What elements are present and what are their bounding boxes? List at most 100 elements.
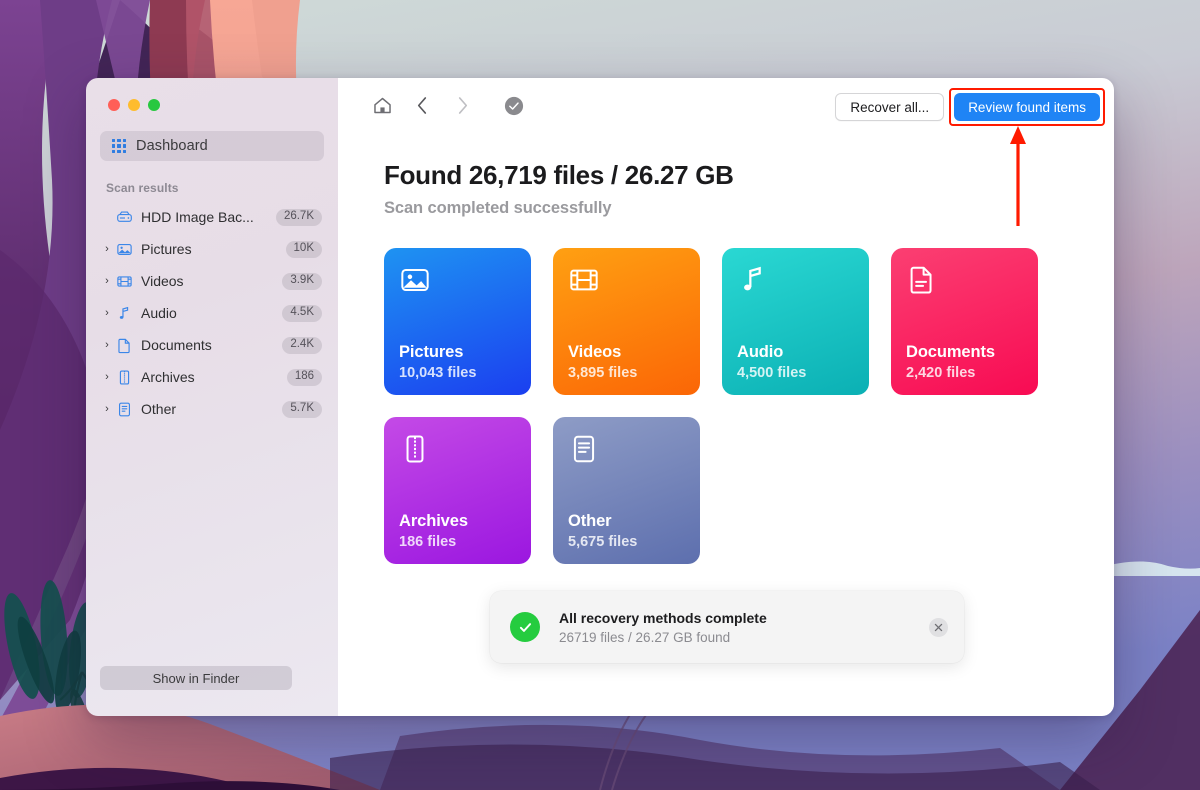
zip-icon bbox=[114, 369, 134, 386]
show-in-finder-button[interactable]: Show in Finder bbox=[100, 666, 292, 690]
sidebar-item-label: Audio bbox=[141, 305, 177, 321]
review-found-items-wrapper: Review found items bbox=[949, 88, 1105, 126]
card-count: 4,500 files bbox=[737, 365, 807, 381]
sidebar-item-badge: 3.9K bbox=[282, 272, 322, 290]
music-note-icon bbox=[114, 305, 134, 322]
chevron-right-icon[interactable]: › bbox=[100, 243, 114, 255]
success-check-icon bbox=[510, 612, 540, 642]
sidebar-item-hdd-image-backup[interactable]: › HDD Image Bac... 26.7K bbox=[86, 201, 338, 233]
desktop-background: Dashboard Scan results › HDD Image Bac..… bbox=[0, 0, 1200, 790]
forward-button[interactable] bbox=[442, 90, 482, 124]
main-content: Recover all... Review found items Found … bbox=[338, 78, 1114, 716]
sidebar-item-badge: 186 bbox=[286, 368, 322, 386]
home-icon bbox=[372, 95, 393, 119]
card-text: Archives 186 files bbox=[399, 512, 468, 550]
card-count: 10,043 files bbox=[399, 365, 477, 381]
sidebar-item-badge: 2.4K bbox=[282, 336, 322, 354]
review-found-items-button[interactable]: Review found items bbox=[954, 93, 1100, 121]
card-title: Audio bbox=[737, 343, 784, 361]
grid-icon bbox=[112, 139, 126, 153]
sidebar-item-badge: 5.7K bbox=[282, 400, 322, 418]
category-card-pictures[interactable]: Pictures 10,043 files bbox=[384, 248, 531, 395]
maximize-window-button[interactable] bbox=[148, 99, 160, 111]
category-card-archives[interactable]: Archives 186 files bbox=[384, 417, 531, 564]
card-title: Archives bbox=[399, 512, 468, 530]
toast-subtitle: 26719 files / 26.27 GB found bbox=[559, 629, 731, 645]
card-count: 5,675 files bbox=[568, 534, 638, 550]
toast-body: All recovery methods complete 26719 file… bbox=[559, 610, 929, 645]
check-circle-icon bbox=[504, 96, 524, 119]
card-title: Videos bbox=[568, 343, 622, 361]
category-card-other[interactable]: Other 5,675 files bbox=[553, 417, 700, 564]
card-count: 3,895 files bbox=[568, 365, 638, 381]
sidebar-item-label: HDD Image Bac... bbox=[141, 209, 254, 225]
card-text: Videos 3,895 files bbox=[568, 343, 637, 381]
card-text: Audio 4,500 files bbox=[737, 343, 806, 381]
chevron-right-icon[interactable]: › bbox=[100, 371, 114, 383]
sidebar-item-archives[interactable]: › Archives 186 bbox=[86, 361, 338, 393]
sidebar-item-audio[interactable]: › Audio 4.5K bbox=[86, 297, 338, 329]
card-title: Documents bbox=[906, 343, 995, 361]
page-title: Found 26,719 files / 26.27 GB bbox=[384, 160, 734, 190]
sidebar-item-other[interactable]: › Other 5.7K bbox=[86, 393, 338, 425]
sidebar-item-label: Pictures bbox=[141, 241, 192, 257]
chevron-right-icon[interactable]: › bbox=[100, 275, 114, 287]
toolbar: Recover all... Review found items bbox=[338, 78, 1114, 136]
picture-icon bbox=[399, 264, 431, 296]
sidebar-item-badge: 26.7K bbox=[275, 208, 322, 226]
back-button[interactable] bbox=[402, 90, 442, 124]
home-button[interactable] bbox=[362, 90, 402, 124]
chevron-right-icon bbox=[454, 95, 471, 119]
category-card-grid: Pictures 10,043 files Videos 3,895 files… bbox=[384, 248, 1114, 564]
card-count: 2,420 files bbox=[906, 365, 976, 381]
sidebar-item-documents[interactable]: › Documents 2.4K bbox=[86, 329, 338, 361]
heading-block: Found 26,719 files / 26.27 GB Scan compl… bbox=[338, 136, 1114, 218]
sidebar: Dashboard Scan results › HDD Image Bac..… bbox=[86, 78, 338, 716]
card-title: Other bbox=[568, 512, 612, 530]
sidebar-item-label: Videos bbox=[141, 273, 184, 289]
zip-icon bbox=[399, 433, 431, 465]
toast-close-button[interactable] bbox=[929, 617, 948, 637]
picture-icon bbox=[114, 241, 134, 258]
lines-doc-icon bbox=[568, 433, 600, 465]
chevron-right-icon[interactable]: › bbox=[100, 307, 114, 319]
lines-doc-icon bbox=[114, 401, 134, 418]
window-traffic-lights bbox=[86, 98, 338, 112]
sidebar-item-label: Archives bbox=[141, 369, 195, 385]
card-text: Documents 2,420 files bbox=[906, 343, 995, 381]
card-count: 186 files bbox=[399, 534, 457, 550]
close-window-button[interactable] bbox=[108, 99, 120, 111]
sidebar-section-title: Scan results bbox=[106, 181, 179, 195]
music-note-icon bbox=[737, 264, 769, 296]
sidebar-item-dashboard[interactable]: Dashboard bbox=[100, 131, 324, 161]
film-icon bbox=[568, 264, 600, 296]
film-icon bbox=[114, 273, 134, 290]
toast-notification: All recovery methods complete 26719 file… bbox=[490, 591, 964, 663]
sidebar-item-pictures[interactable]: › Pictures 10K bbox=[86, 233, 338, 265]
chevron-right-icon[interactable]: › bbox=[100, 339, 114, 351]
document-icon bbox=[114, 337, 134, 354]
document-icon bbox=[906, 264, 938, 296]
sidebar-item-label: Documents bbox=[141, 337, 212, 353]
sidebar-item-badge: 10K bbox=[285, 240, 322, 258]
page-subtitle: Scan completed successfully bbox=[384, 199, 612, 217]
sidebar-item-videos[interactable]: › Videos 3.9K bbox=[86, 265, 338, 297]
chevron-left-icon bbox=[414, 95, 431, 119]
scan-status-button[interactable] bbox=[494, 90, 534, 124]
card-title: Pictures bbox=[399, 343, 464, 361]
card-text: Pictures 10,043 files bbox=[399, 343, 476, 381]
category-card-videos[interactable]: Videos 3,895 files bbox=[553, 248, 700, 395]
card-text: Other 5,675 files bbox=[568, 512, 637, 550]
category-card-audio[interactable]: Audio 4,500 files bbox=[722, 248, 869, 395]
hard-drive-icon bbox=[114, 209, 134, 226]
close-icon bbox=[934, 620, 943, 635]
app-window: Dashboard Scan results › HDD Image Bac..… bbox=[86, 78, 1114, 716]
category-card-documents[interactable]: Documents 2,420 files bbox=[891, 248, 1038, 395]
minimize-window-button[interactable] bbox=[128, 99, 140, 111]
toast-title: All recovery methods complete bbox=[559, 609, 767, 626]
sidebar-item-dashboard-label: Dashboard bbox=[136, 138, 208, 154]
chevron-right-icon[interactable]: › bbox=[100, 403, 114, 415]
sidebar-item-badge: 4.5K bbox=[282, 304, 322, 322]
sidebar-item-label: Other bbox=[141, 401, 177, 417]
recover-all-button[interactable]: Recover all... bbox=[835, 93, 945, 121]
